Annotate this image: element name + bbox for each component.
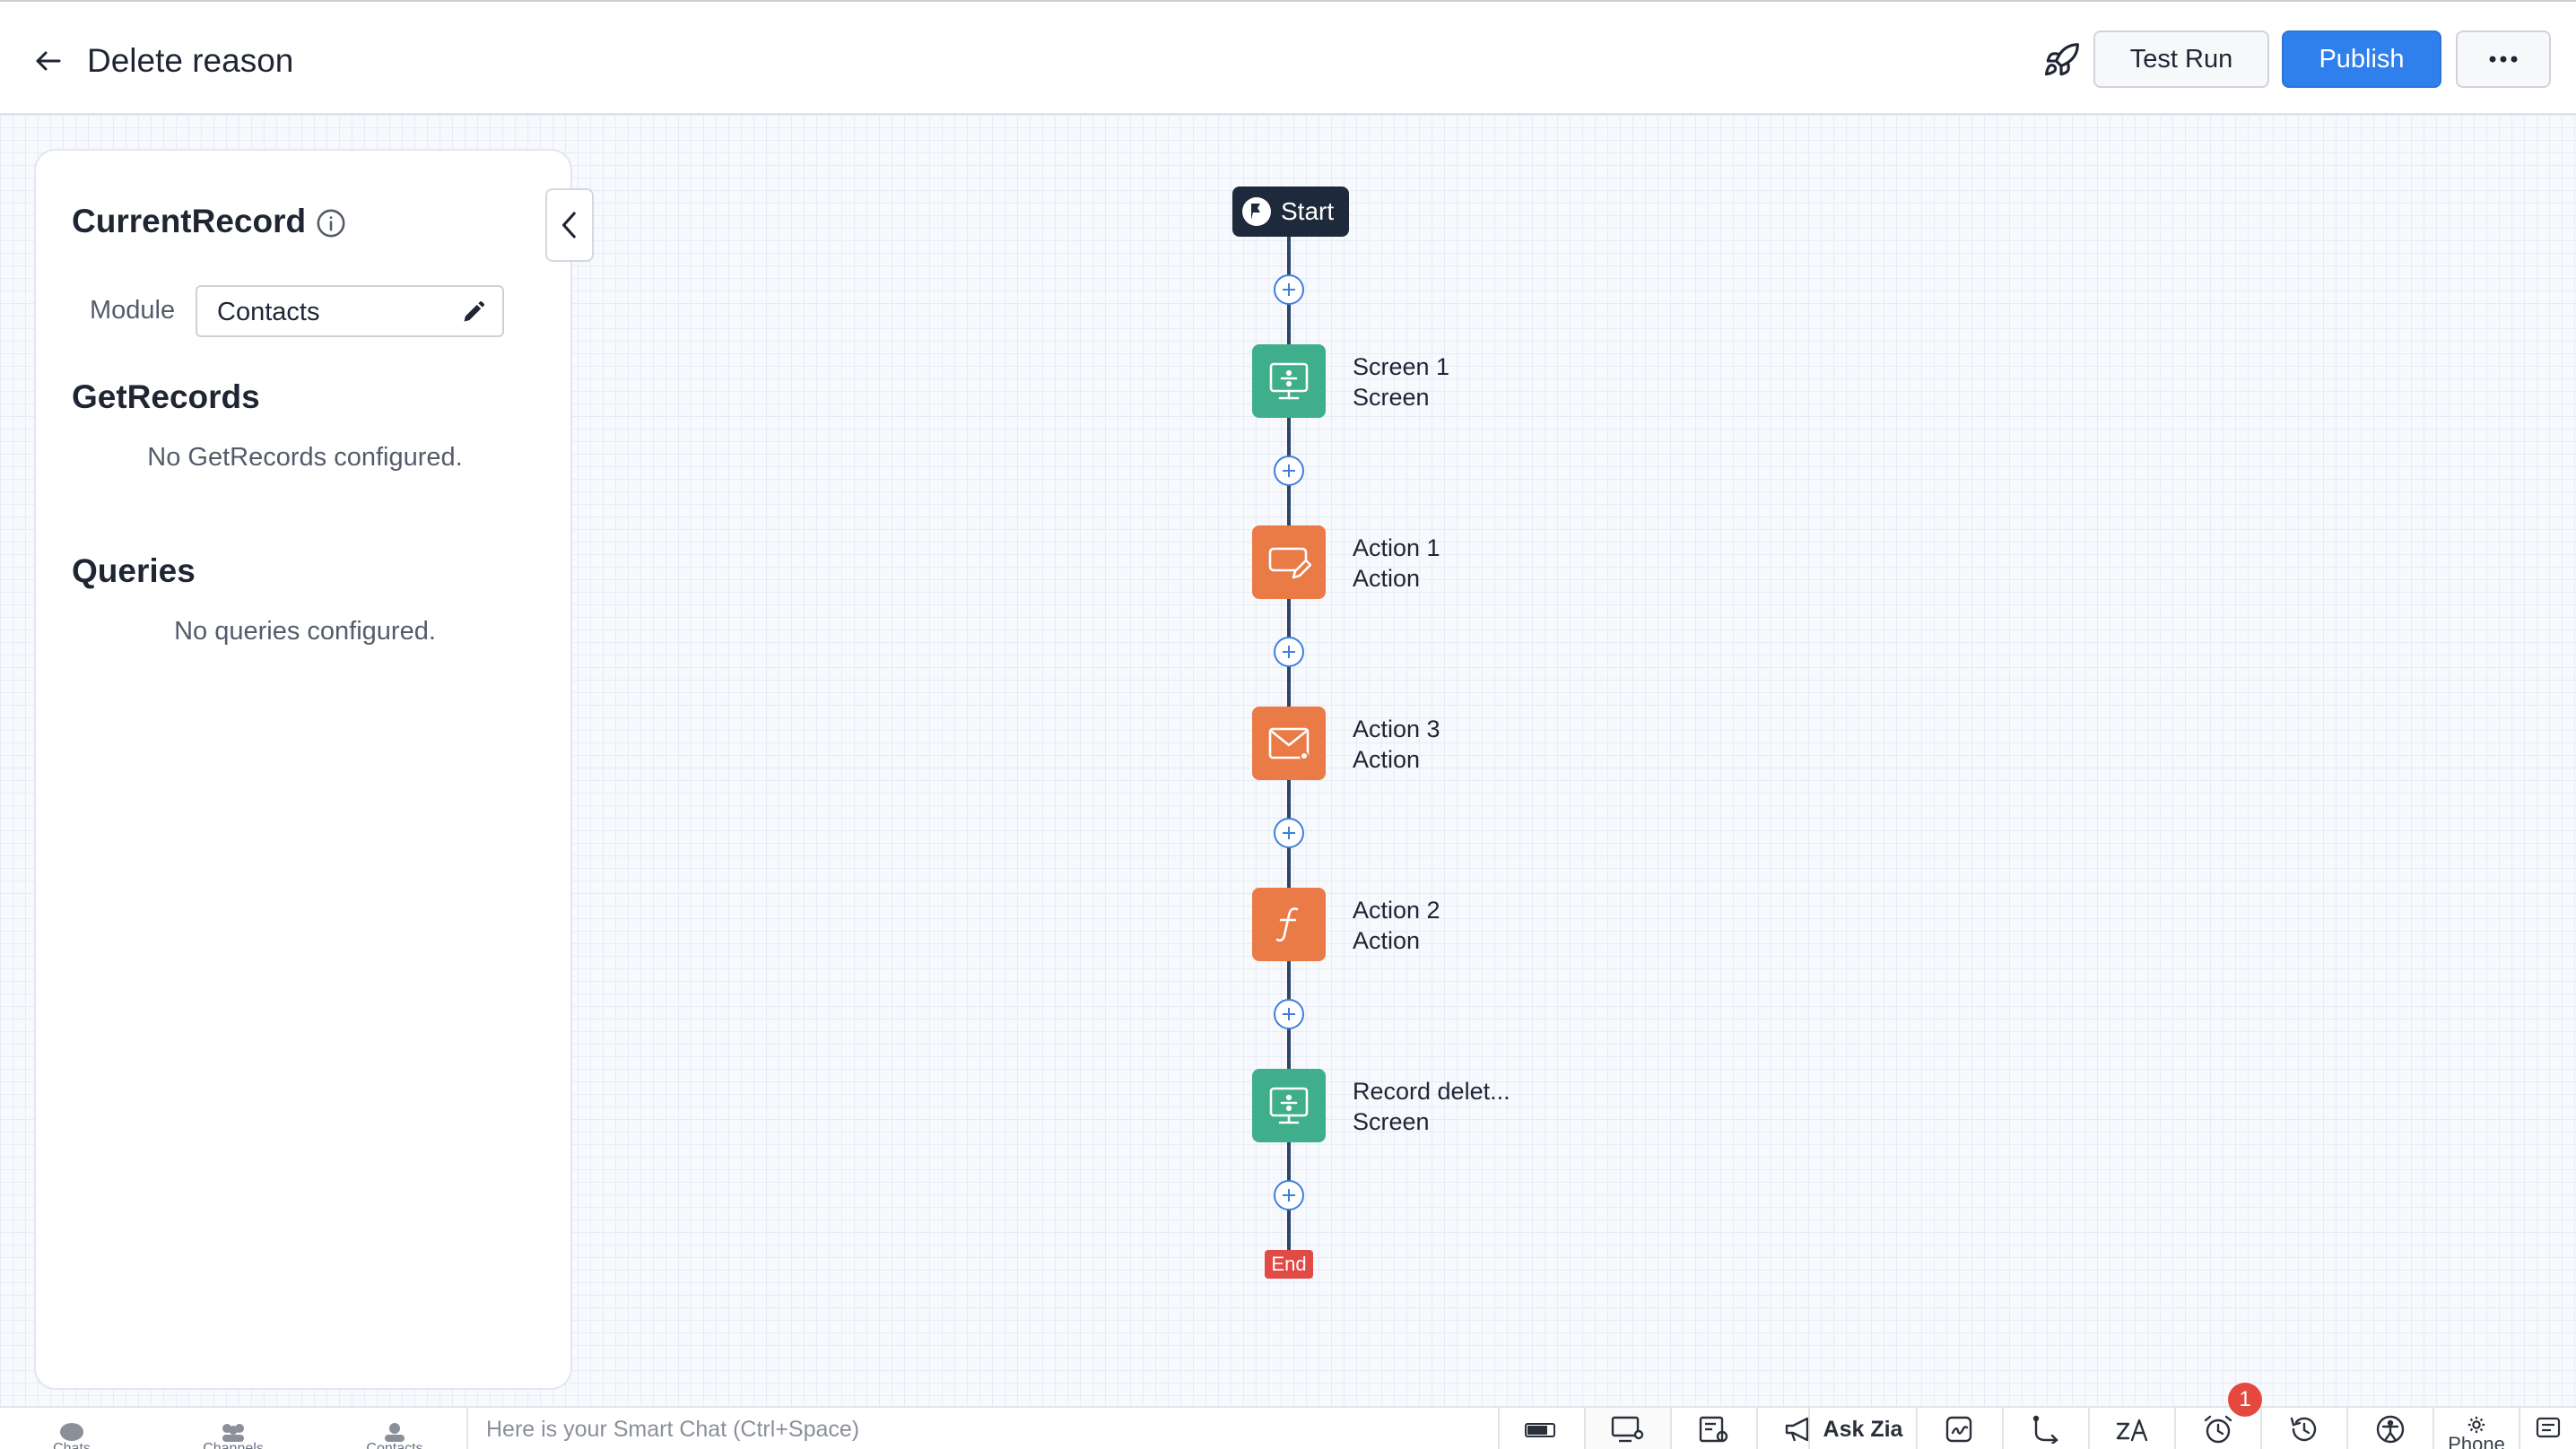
node-title: Action 3 bbox=[1353, 716, 1440, 742]
node-type: Action bbox=[1353, 565, 1421, 592]
node-type: Screen bbox=[1353, 1108, 1430, 1135]
get-records-empty-text: No GetRecords configured. bbox=[147, 443, 463, 472]
plus-icon bbox=[1283, 1189, 1295, 1202]
more-options-button[interactable] bbox=[2456, 30, 2551, 88]
feedback-icon bbox=[2536, 1417, 2561, 1438]
flow-node-action-3[interactable] bbox=[1252, 707, 1326, 780]
get-records-title: GetRecords bbox=[72, 378, 260, 415]
plus-icon bbox=[1283, 646, 1295, 658]
phone-label: Phone bbox=[2448, 1435, 2505, 1449]
user-icon bbox=[385, 1423, 405, 1442]
translate-icon bbox=[2116, 1419, 2148, 1442]
flow-node-action-2[interactable] bbox=[1252, 888, 1326, 961]
accessibility-icon bbox=[2376, 1415, 2405, 1444]
notification-badge: 1 bbox=[2228, 1383, 2262, 1417]
node-title: Action 2 bbox=[1353, 897, 1440, 924]
chats-button[interactable]: Chats bbox=[36, 1408, 108, 1449]
add-step-button[interactable] bbox=[1274, 818, 1304, 848]
queries-empty-text: No queries configured. bbox=[174, 617, 436, 646]
chevron-left-icon bbox=[561, 212, 576, 239]
current-record-title: CurrentRecord bbox=[72, 203, 307, 239]
plus-icon bbox=[1283, 283, 1295, 296]
contacts-label: Contacts bbox=[366, 1442, 422, 1449]
contacts-button[interactable]: Contacts bbox=[350, 1408, 439, 1449]
add-step-button[interactable] bbox=[1274, 274, 1304, 305]
page-title: Delete reason bbox=[87, 42, 294, 79]
ask-zia-button[interactable]: Ask Zia bbox=[1808, 1408, 1916, 1449]
top-header: Delete reason Test Run Publish bbox=[0, 0, 2576, 115]
flow-node-screen-1[interactable] bbox=[1252, 344, 1326, 418]
screen-icon bbox=[1269, 362, 1309, 400]
node-title: Record delet... bbox=[1353, 1078, 1510, 1105]
history-icon bbox=[2290, 1417, 2317, 1442]
gear-icon bbox=[2467, 1416, 2485, 1434]
test-run-button[interactable]: Test Run bbox=[2093, 30, 2269, 88]
collapse-panel-button[interactable] bbox=[545, 188, 594, 262]
back-button[interactable] bbox=[27, 39, 70, 82]
contact-card-icon bbox=[1699, 1416, 1728, 1443]
module-field[interactable]: Contacts bbox=[196, 285, 504, 337]
plus-icon bbox=[1283, 464, 1295, 477]
accessibility-tool[interactable] bbox=[2346, 1408, 2432, 1449]
smart-chat-input[interactable]: Here is your Smart Chat (Ctrl+Space) bbox=[466, 1408, 1498, 1449]
channels-label: Channels bbox=[203, 1442, 264, 1449]
add-step-button[interactable] bbox=[1274, 1180, 1304, 1210]
module-value: Contacts bbox=[217, 298, 320, 326]
node-type: Screen bbox=[1353, 384, 1430, 411]
info-icon[interactable] bbox=[316, 208, 346, 239]
more-horizontal-icon bbox=[2489, 56, 2518, 63]
translate-tool[interactable] bbox=[2088, 1408, 2174, 1449]
module-label: Module bbox=[90, 296, 176, 325]
add-step-button[interactable] bbox=[1274, 456, 1304, 486]
route-tool[interactable] bbox=[2002, 1408, 2088, 1449]
alarm-clock-icon bbox=[2204, 1415, 2232, 1444]
end-node: End bbox=[1265, 1250, 1313, 1279]
battery-icon bbox=[1525, 1423, 1555, 1437]
node-title: Action 1 bbox=[1353, 534, 1440, 561]
add-step-button[interactable] bbox=[1274, 999, 1304, 1029]
edit-record-icon bbox=[1268, 547, 1311, 579]
flow-node-action-1[interactable] bbox=[1252, 525, 1326, 599]
node-type: Action bbox=[1353, 746, 1421, 773]
add-step-button[interactable] bbox=[1274, 637, 1304, 667]
monitor-user-icon bbox=[1611, 1416, 1644, 1443]
node-type: Action bbox=[1353, 927, 1421, 954]
feedback-tool[interactable] bbox=[2519, 1408, 2576, 1449]
start-node[interactable]: Start bbox=[1232, 187, 1349, 237]
chat-bubble-icon bbox=[60, 1423, 83, 1441]
node-title: Screen 1 bbox=[1353, 353, 1450, 380]
queries-title: Queries bbox=[72, 552, 196, 589]
battery-tool[interactable] bbox=[1498, 1408, 1584, 1449]
contact-card-tool[interactable] bbox=[1670, 1408, 1756, 1449]
users-icon bbox=[222, 1424, 244, 1442]
screen-icon bbox=[1269, 1087, 1309, 1124]
signature-tool[interactable] bbox=[1916, 1408, 2002, 1449]
bottom-bar: Chats Channels Contacts Here is your Sma… bbox=[0, 1406, 2576, 1449]
flag-icon bbox=[1242, 197, 1271, 226]
rocket-icon[interactable] bbox=[2041, 41, 2081, 81]
channels-button[interactable]: Channels bbox=[188, 1408, 278, 1449]
route-icon bbox=[2032, 1415, 2058, 1444]
start-label: Start bbox=[1281, 197, 1335, 225]
resources-panel: CurrentRecord Module Contacts GetRecords… bbox=[34, 149, 572, 1390]
publish-button[interactable]: Publish bbox=[2282, 30, 2441, 88]
arrow-left-icon bbox=[36, 51, 61, 71]
mail-icon bbox=[1268, 727, 1310, 760]
pencil-icon[interactable] bbox=[461, 299, 486, 325]
chats-label: Chats bbox=[53, 1442, 91, 1449]
phone-tool[interactable]: Phone bbox=[2432, 1408, 2519, 1449]
plus-icon bbox=[1283, 1008, 1295, 1020]
flow-node-record-deleted[interactable] bbox=[1252, 1069, 1326, 1142]
screen-share-tool[interactable] bbox=[1584, 1408, 1670, 1449]
function-icon bbox=[1275, 907, 1299, 942]
plus-icon bbox=[1283, 827, 1295, 839]
history-tool[interactable] bbox=[2260, 1408, 2346, 1449]
signature-icon bbox=[1945, 1416, 1972, 1443]
